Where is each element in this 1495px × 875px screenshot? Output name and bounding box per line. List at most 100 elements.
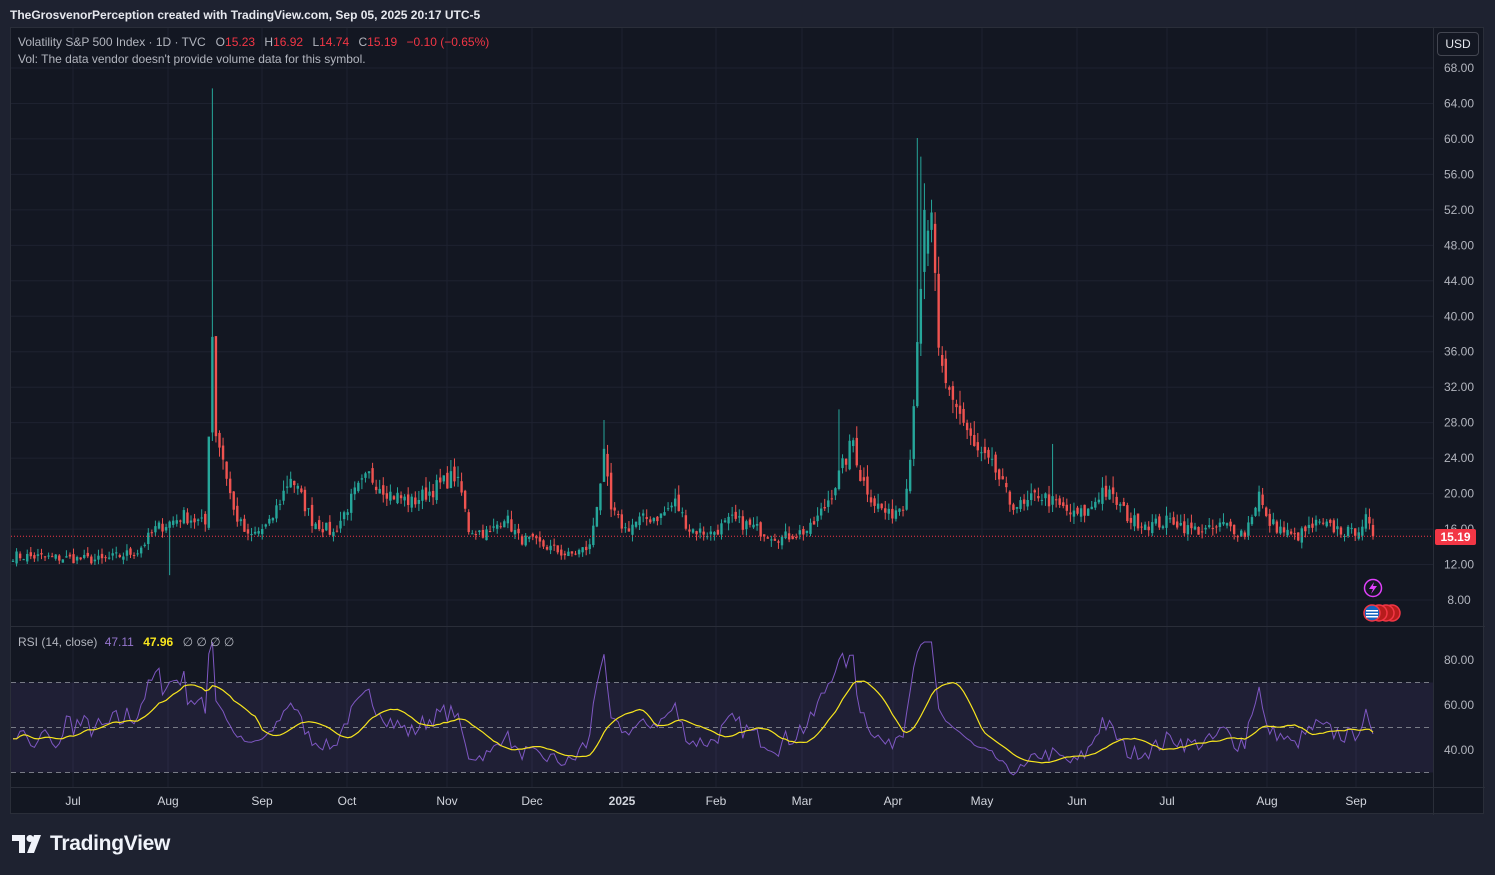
candle-body — [453, 466, 456, 482]
time-tick-label: 2025 — [609, 794, 636, 808]
candle-body — [72, 554, 75, 564]
candle-body — [442, 475, 445, 482]
candle-body — [1026, 499, 1029, 507]
candle-body — [997, 469, 1001, 480]
candle-body — [770, 539, 773, 541]
candle-body — [748, 519, 752, 525]
candle-body — [524, 535, 527, 546]
candle-body — [1136, 513, 1140, 529]
candle-body — [79, 557, 82, 560]
candle-body — [157, 522, 161, 529]
candle-body — [271, 517, 275, 521]
tradingview-logo[interactable]: TradingView — [12, 832, 170, 856]
candle-body — [1037, 495, 1040, 499]
candle-body — [556, 545, 559, 553]
candle-body — [1361, 526, 1364, 536]
candle-body — [246, 529, 250, 534]
candle-body — [1329, 519, 1332, 523]
candle-body — [193, 518, 196, 523]
currency-button[interactable]: USD — [1437, 32, 1479, 56]
candle-body — [656, 516, 659, 522]
candle-body — [570, 551, 574, 554]
price-tick-label: 68.00 — [1444, 61, 1474, 75]
candle-body — [1161, 526, 1165, 529]
chart-canvas[interactable]: 8.0012.0016.0020.0024.0028.0032.0036.004… — [11, 28, 1485, 815]
time-tick-label: Aug — [157, 794, 178, 808]
candle-body — [926, 230, 930, 254]
candle-body — [802, 528, 805, 535]
close-label: C — [358, 35, 368, 49]
candle-body — [1336, 526, 1339, 530]
candle-body — [1300, 528, 1303, 543]
candle-body — [1204, 527, 1207, 530]
candle-body — [417, 499, 421, 504]
candle-body — [125, 550, 129, 556]
candle-body — [65, 556, 68, 558]
price-tick-label: 24.00 — [1444, 451, 1474, 465]
candle-body — [990, 458, 994, 460]
event-icons[interactable] — [1358, 578, 1406, 628]
rsi-tick-label: 60.00 — [1444, 698, 1474, 712]
economic-events-icon[interactable] — [1363, 604, 1401, 622]
candle-body — [752, 524, 755, 528]
candle-body — [175, 520, 178, 524]
candle-body — [901, 509, 905, 511]
candle-body — [1232, 524, 1236, 535]
candle-body — [1108, 489, 1111, 500]
candle-body — [898, 508, 901, 512]
candle-body — [495, 524, 499, 529]
candle-body — [342, 512, 346, 520]
candle-body — [421, 489, 424, 501]
candle-body — [1222, 521, 1225, 525]
symbol-legend[interactable]: Volatility S&P 500 Index · 1D · TVC O15.… — [18, 35, 489, 49]
candle-body — [1218, 522, 1222, 528]
candle-body — [887, 508, 891, 514]
candle-body — [709, 531, 713, 535]
candle-body — [552, 544, 556, 546]
candle-body — [1129, 517, 1133, 523]
candle-body — [834, 488, 837, 496]
candle-body — [264, 524, 267, 527]
candle-body — [449, 471, 453, 489]
candle-body — [463, 490, 467, 509]
candle-body — [150, 532, 154, 534]
candle-body — [154, 526, 157, 533]
candle-body — [503, 521, 506, 528]
candle-body — [673, 498, 677, 507]
candle-body — [93, 559, 97, 562]
candle-body — [677, 494, 680, 512]
candle-body — [1179, 522, 1182, 526]
candle-body — [382, 485, 385, 495]
candle-body — [592, 525, 595, 546]
candle-body — [1133, 515, 1136, 527]
change-value: −0.10 (−0.65%) — [406, 35, 490, 49]
candle-body — [182, 510, 186, 524]
candle-body — [1076, 507, 1079, 514]
volume-note: Vol: The data vendor doesn't provide vol… — [18, 52, 366, 66]
time-tick-label: Apr — [884, 794, 903, 808]
candle-body — [474, 534, 478, 536]
candle-body — [346, 512, 349, 515]
candle-body — [1364, 514, 1368, 529]
candle-body — [1126, 505, 1129, 522]
candle-body — [189, 520, 193, 523]
flash-icon[interactable] — [1363, 578, 1383, 598]
high-label: H — [264, 35, 274, 49]
candle-body — [253, 531, 257, 534]
candle-body — [1143, 524, 1147, 530]
candle-body — [574, 553, 577, 555]
candle-body — [1250, 517, 1254, 525]
candle-body — [1229, 521, 1232, 527]
candle-body — [492, 526, 495, 528]
candle-body — [1115, 496, 1118, 505]
rsi-legend[interactable]: RSI (14, close) 47.11 47.96 ∅ ∅ ∅ ∅ — [18, 635, 234, 649]
candle-body — [1282, 527, 1286, 533]
chart-frame[interactable]: 8.0012.0016.0020.0024.0028.0032.0036.004… — [10, 27, 1485, 815]
candle-body — [374, 486, 378, 491]
candle-body — [431, 490, 435, 498]
candle-body — [777, 541, 780, 543]
rsi-tick-label: 80.00 — [1444, 653, 1474, 667]
candle-body — [1346, 526, 1350, 537]
price-tick-label: 48.00 — [1444, 238, 1474, 252]
candle-body — [1165, 515, 1168, 528]
